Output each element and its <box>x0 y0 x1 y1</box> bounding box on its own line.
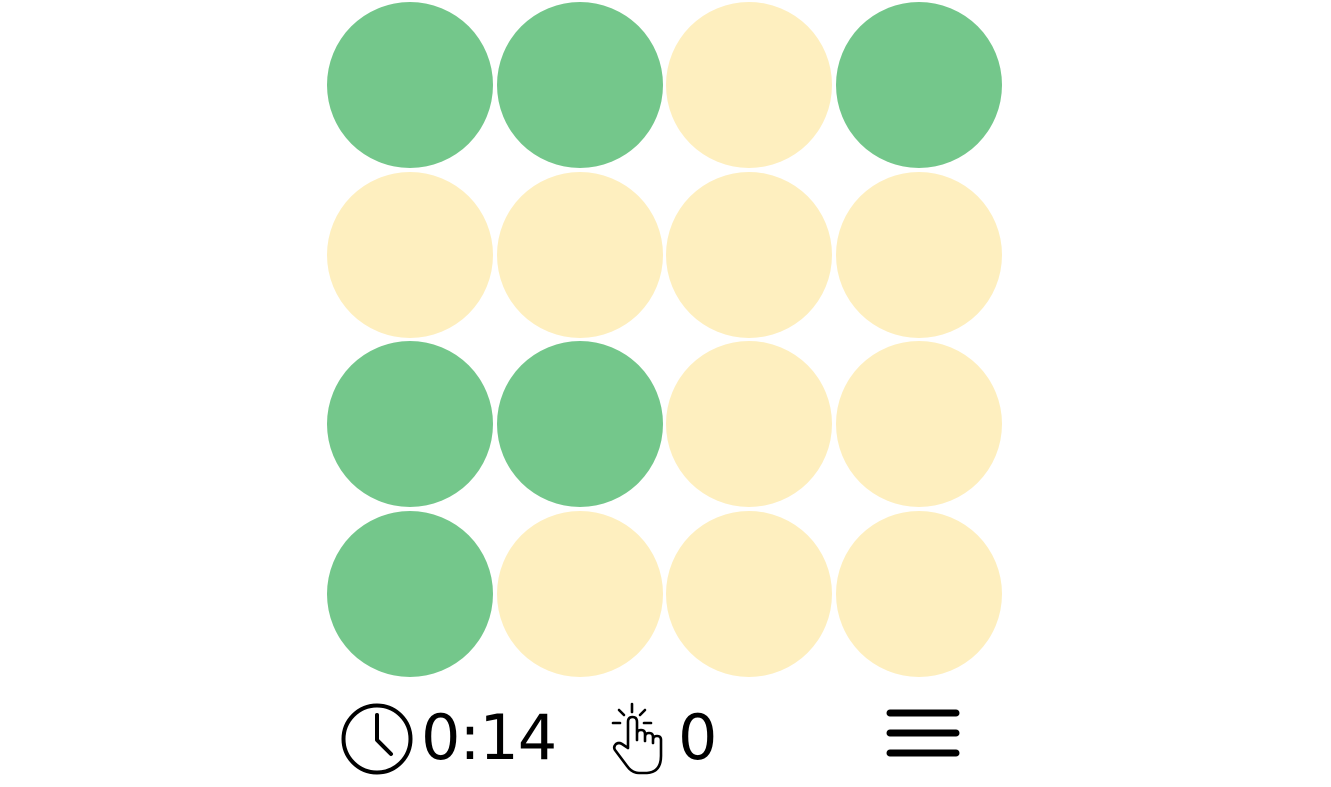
clock-icon <box>341 703 413 775</box>
board-cell-1-3[interactable] <box>835 171 1002 338</box>
board-cell-2-1[interactable] <box>496 341 663 508</box>
board-cell-0-2[interactable] <box>666 2 833 168</box>
board-cell-2-2[interactable] <box>666 341 833 508</box>
status-bar: 0:14 0 <box>0 690 1331 787</box>
timer-value: 0:14 <box>421 701 557 774</box>
board-cell-2-0[interactable] <box>327 341 493 508</box>
board-cell-0-0[interactable] <box>327 2 493 168</box>
board-cell-0-1[interactable] <box>496 2 663 168</box>
board-cell-3-1[interactable] <box>496 510 663 677</box>
board-cell-1-1[interactable] <box>496 171 663 338</box>
board-cell-1-2[interactable] <box>666 171 833 338</box>
tap-icon <box>611 702 663 775</box>
board-cell-2-3[interactable] <box>835 341 1002 508</box>
board-cell-1-0[interactable] <box>327 171 493 338</box>
game-board <box>327 2 1005 680</box>
board-cell-3-3[interactable] <box>835 510 1002 677</box>
board-cell-0-3[interactable] <box>835 2 1002 168</box>
board-cell-3-0[interactable] <box>327 510 493 677</box>
board-cell-3-2[interactable] <box>666 510 833 677</box>
moves-count: 0 <box>678 701 718 774</box>
hamburger-menu-icon[interactable] <box>884 708 964 764</box>
